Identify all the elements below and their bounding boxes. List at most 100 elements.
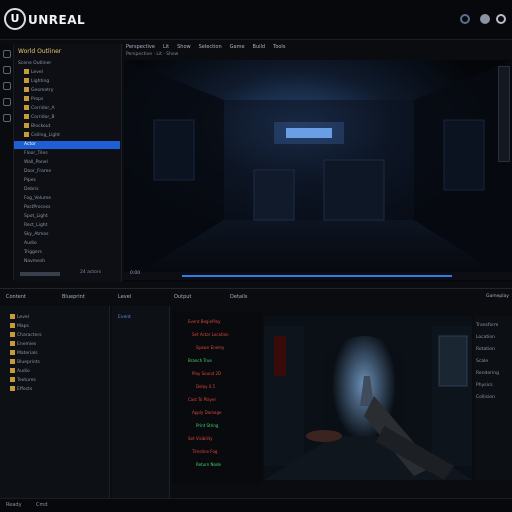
details-row[interactable]: Location [474, 334, 510, 342]
unreal-logo-icon: U [4, 8, 26, 30]
details-row[interactable]: Transform [474, 322, 510, 330]
outliner-scrollbar[interactable] [20, 272, 60, 276]
outliner-row[interactable]: Rect_Light [14, 222, 120, 230]
viewport-menu-item[interactable]: Game [230, 44, 245, 50]
status-text: Ready [6, 502, 22, 508]
blueprint-node[interactable]: Event BeginPlay [188, 320, 220, 324]
outliner-row[interactable]: Wall_Panel [14, 159, 120, 167]
viewport-side-toolbar[interactable] [498, 66, 510, 162]
folder-icon [24, 105, 29, 110]
account-icon[interactable] [496, 14, 506, 24]
folder-icon [10, 341, 15, 346]
outliner-row-label: Ceiling_Light [31, 133, 60, 138]
top-bar: U UNREAL [0, 0, 512, 40]
viewport-menu-item[interactable]: Lit [163, 44, 169, 50]
folder-icon [10, 314, 15, 319]
outliner-row-label: Spot_Light [24, 214, 48, 219]
blueprint-node[interactable]: Timeline Fog [192, 450, 217, 454]
outliner-row[interactable]: Corridor_B [14, 114, 120, 122]
blueprint-node[interactable]: Set Actor Location [192, 333, 229, 337]
content-folder[interactable]: Materials [0, 350, 106, 358]
settings-icon[interactable] [460, 14, 470, 24]
outliner-row[interactable]: Sky_Atmos [14, 231, 120, 239]
blueprint-node[interactable]: Return Node [196, 463, 221, 467]
bottom-right-label: Gameplay [486, 294, 509, 299]
blueprint-node[interactable]: Spawn Enemy [196, 346, 224, 350]
bottom-tab[interactable]: Blueprint [62, 294, 85, 300]
content-folder[interactable]: Maps [0, 323, 106, 331]
outliner-row[interactable]: Props [14, 96, 120, 104]
blueprint-node[interactable]: Play Sound 2D [192, 372, 221, 376]
viewport-menu-item[interactable]: Tools [273, 44, 285, 50]
outliner-row[interactable]: Audio [14, 240, 120, 248]
outliner-row-label: Pipes [24, 178, 36, 183]
outliner-row[interactable]: Door_Frame [14, 168, 120, 176]
bottom-tab[interactable]: Details [230, 294, 247, 300]
outliner-row[interactable]: Ceiling_Light [14, 132, 120, 140]
blueprint-node[interactable]: Delay 0.5 [196, 385, 215, 389]
outliner-row-label: Corridor_B [31, 115, 55, 120]
outliner-row-label: Debris [24, 187, 39, 192]
content-folder-label: Level [17, 315, 29, 320]
select-mode-icon[interactable] [3, 50, 11, 58]
viewport-menu-item[interactable]: Build [253, 44, 266, 50]
game-scene [264, 316, 472, 480]
content-folder[interactable]: Level [0, 314, 106, 322]
viewport-menu-item[interactable]: Perspective [126, 44, 155, 50]
content-folder[interactable]: Enemies [0, 341, 106, 349]
outliner-row[interactable]: Navmesh [14, 258, 120, 266]
details-row[interactable]: Rotation [474, 346, 510, 354]
content-folder[interactable]: Blueprints [0, 359, 106, 367]
notification-icon[interactable] [480, 14, 490, 24]
details-row[interactable]: Physics [474, 382, 510, 390]
blueprint-node[interactable]: Set Visibility [188, 437, 213, 441]
content-folder[interactable]: Characters [0, 332, 106, 340]
paint-mode-icon[interactable] [3, 82, 11, 90]
content-folder-label: Textures [17, 378, 36, 383]
blueprint-graph[interactable]: Event BeginPlay Set Actor Location Spawn E… [172, 312, 262, 484]
outliner-row[interactable]: Spot_Light [14, 213, 120, 221]
outliner-row[interactable]: Fog_Volume [14, 195, 120, 203]
command-label[interactable]: Cmd [36, 502, 48, 508]
viewport-toolbar-label: Perspective · Lit · Show [126, 52, 179, 57]
details-row[interactable]: Scale [474, 358, 510, 366]
blueprint-node[interactable]: Print String [196, 424, 218, 428]
outliner-row[interactable]: Blockout [14, 123, 120, 131]
content-folder[interactable]: Effects [0, 386, 106, 394]
foliage-mode-icon[interactable] [3, 114, 11, 122]
outliner-row[interactable]: Geometry [14, 87, 120, 95]
bottom-tab[interactable]: Output [174, 294, 191, 300]
outliner-row-label: Wall_Panel [24, 160, 48, 165]
details-row[interactable]: Collision [474, 394, 510, 402]
content-folder[interactable]: Textures [0, 377, 106, 385]
outliner-row[interactable]: PostProcess [14, 204, 120, 212]
outliner-row[interactable]: Triggers [14, 249, 120, 257]
outliner-count: 24 actors [80, 270, 102, 275]
outliner-row[interactable]: Scene Outliner [14, 60, 120, 68]
place-mode-icon[interactable] [3, 66, 11, 74]
outliner-row[interactable]: Pipes [14, 177, 120, 185]
viewport-menu-item[interactable]: Show [177, 44, 191, 50]
blueprint-node[interactable]: Branch True [188, 359, 212, 363]
outliner-row-label: Audio [24, 241, 37, 246]
content-folder[interactable]: Audio [0, 368, 106, 376]
outliner-row[interactable]: Debris [14, 186, 120, 194]
level-viewport[interactable] [124, 60, 512, 282]
details-row[interactable]: Rendering [474, 370, 510, 378]
folder-icon [10, 386, 15, 391]
viewport-menu-item[interactable]: Selection [199, 44, 222, 50]
folder-icon [24, 114, 29, 119]
bottom-tab[interactable]: Level [118, 294, 131, 300]
outliner-row[interactable]: Floor_Tiles [14, 150, 120, 158]
outliner-row[interactable]: Lighting [14, 78, 120, 86]
folder-icon [24, 132, 29, 137]
outliner-row[interactable]: Corridor_A [14, 105, 120, 113]
blueprint-node[interactable]: Apply Damage [192, 411, 221, 415]
game-preview[interactable] [264, 316, 472, 480]
landscape-mode-icon[interactable] [3, 98, 11, 106]
blueprint-node[interactable]: Cast To Player [188, 398, 216, 402]
folder-icon [10, 350, 15, 355]
outliner-row[interactable]: Level [14, 69, 120, 77]
outliner-row-selected[interactable]: Actor [14, 141, 120, 149]
bottom-tab[interactable]: Content [6, 294, 26, 300]
